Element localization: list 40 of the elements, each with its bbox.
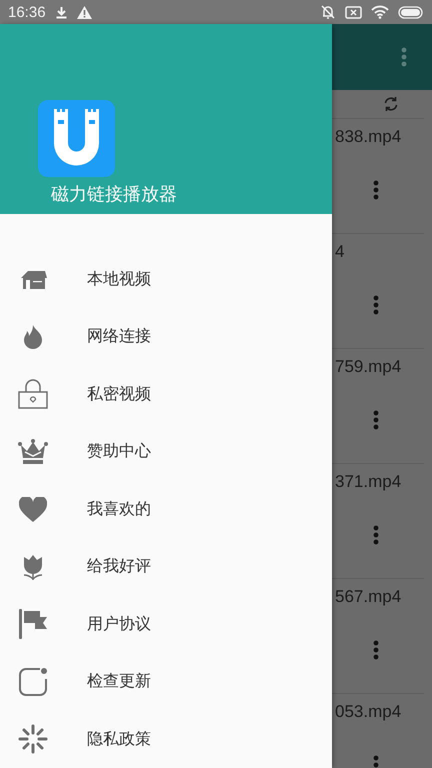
- more-options-icon[interactable]: [373, 640, 379, 660]
- status-time: 16:36: [8, 4, 46, 20]
- flame-icon: [24, 324, 42, 349]
- file-name: 759.mp4: [335, 357, 402, 377]
- file-name: 567.mp4: [335, 587, 402, 607]
- more-options-icon[interactable]: [401, 47, 407, 67]
- file-name: 4: [335, 242, 346, 262]
- download-icon: [54, 6, 68, 18]
- drawer-menu-item[interactable]: 赞助中心: [0, 423, 332, 480]
- loading-icon: [18, 724, 48, 754]
- drawer-menu-item[interactable]: 检查更新: [0, 653, 332, 710]
- more-options-icon[interactable]: [373, 410, 379, 430]
- warning-icon: [76, 6, 92, 18]
- sim-card-icon: [345, 6, 362, 18]
- file-name: 053.mp4: [335, 702, 402, 722]
- drawer-menu-item[interactable]: 我喜欢的: [0, 480, 332, 538]
- refresh-icon[interactable]: [383, 96, 399, 112]
- flag-icon: [18, 609, 48, 640]
- drawer-menu-item[interactable]: 用户协议: [0, 596, 332, 653]
- drawer-menu-item[interactable]: 给我好评: [0, 538, 332, 596]
- house-icon: [19, 269, 47, 290]
- wifi-icon: [371, 5, 389, 19]
- more-options-icon[interactable]: [373, 180, 379, 200]
- crown-icon: [18, 438, 48, 465]
- battery-icon: [398, 6, 424, 18]
- drawer-menu-item[interactable]: 私密视频: [0, 366, 332, 423]
- drawer-menu-item[interactable]: 隐私政策: [0, 710, 332, 768]
- drawer-menu-item[interactable]: 本地视频: [0, 250, 332, 308]
- file-name: 371.mp4: [335, 472, 402, 492]
- bell-off-icon: [320, 4, 336, 20]
- update-icon: [18, 666, 48, 697]
- more-options-icon[interactable]: [373, 295, 379, 315]
- drawer-menu-item[interactable]: 网络连接: [0, 308, 332, 366]
- file-name: 838.mp4: [335, 127, 402, 147]
- app-logo-icon: [38, 100, 115, 177]
- more-options-icon[interactable]: [373, 525, 379, 545]
- heart-icon: [19, 496, 47, 522]
- padlock-icon: [18, 379, 48, 410]
- app-title: 磁力链接播放器: [51, 183, 177, 206]
- tulip-icon: [21, 554, 45, 580]
